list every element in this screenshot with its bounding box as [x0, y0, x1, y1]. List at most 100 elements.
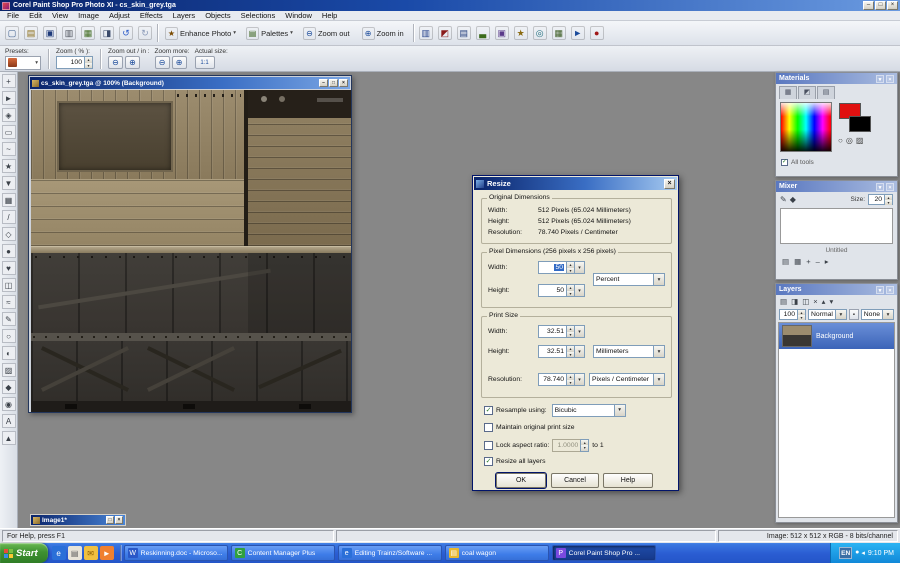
link-set-dropdown[interactable]: None ▾	[861, 309, 894, 320]
print-unit-dropdown[interactable]: Millimeters ▾	[593, 345, 665, 358]
app-minimize-button[interactable]: –	[863, 1, 874, 10]
materials-close-button[interactable]: ×	[886, 75, 894, 83]
app-maximize-button[interactable]: □	[875, 1, 886, 10]
all-tools-checkbox[interactable]: ✓	[781, 159, 788, 166]
lock-aspect-ratio-checkbox[interactable]	[484, 441, 493, 450]
eraser-tool[interactable]: ▨	[2, 363, 16, 377]
menu-item[interactable]: Help	[317, 11, 342, 21]
menu-item[interactable]: View	[47, 11, 73, 21]
actual-size-button[interactable]: 1:1	[195, 56, 215, 69]
mixer-titlebar[interactable]: Mixer ▾ ×	[776, 181, 897, 192]
zoom-in-button[interactable]: ⊕ Zoom in	[358, 23, 410, 43]
mixer-canvas[interactable]	[780, 208, 893, 244]
mixer-close-button[interactable]: ×	[886, 183, 894, 191]
quicklaunch-media-icon[interactable]: ►	[100, 546, 114, 560]
menu-item[interactable]: Effects	[135, 11, 168, 21]
enhance-photo-button[interactable]: ★ Enhance Photo ▾	[161, 23, 240, 43]
resample-dropdown[interactable]: Bicubic ▾	[552, 404, 626, 417]
language-indicator[interactable]: EN	[839, 547, 852, 559]
layer-down-icon[interactable]: ▾	[829, 297, 833, 306]
save-icon[interactable]: ▣	[41, 24, 59, 42]
task-coal-wagon[interactable]: ▤ coal wagon	[445, 545, 549, 561]
undo-icon[interactable]: ↺	[117, 24, 135, 42]
app-close-button[interactable]: ×	[887, 1, 898, 10]
new-icon[interactable]: ▢	[3, 24, 21, 42]
image-canvas[interactable]	[31, 90, 351, 412]
resize-all-layers-checkbox[interactable]: ✓	[484, 457, 493, 466]
mixer-new-page-icon[interactable]: ▤	[782, 257, 789, 266]
menu-item[interactable]: Objects	[200, 11, 235, 21]
help-button[interactable]: Help	[603, 473, 653, 488]
cancel-button[interactable]: Cancel	[551, 473, 599, 488]
image-window-titlebar[interactable]: cs_skin_grey.tga @ 100% (Background) – □…	[30, 77, 350, 89]
image-minimize-button[interactable]: –	[319, 79, 328, 87]
toggle-overview-icon[interactable]: ◎	[531, 24, 549, 42]
new-mask-icon[interactable]: ◨	[791, 297, 798, 306]
toggle-materials-icon[interactable]: ◩	[436, 24, 454, 42]
resize-dialog-titlebar[interactable]: Resize ×	[474, 177, 677, 190]
toggle-tool-options-icon[interactable]: ▥	[417, 24, 435, 42]
mixer-remove-icon[interactable]: –	[816, 257, 820, 266]
zoom-out-button[interactable]: ⊖ Zoom out	[299, 23, 356, 43]
layer-lock-button[interactable]: ▪	[849, 309, 859, 320]
mixer-knife-icon[interactable]: ◆	[790, 195, 796, 204]
min-close-button[interactable]: ×	[115, 516, 123, 524]
delete-layer-icon[interactable]: ×	[813, 297, 817, 306]
straighten-tool[interactable]: /	[2, 210, 16, 224]
minimized-image-window[interactable]: Image1* □ ×	[30, 514, 126, 526]
airbrush-tool[interactable]: ○	[2, 329, 16, 343]
scratch-remover-tool[interactable]: ≈	[2, 295, 16, 309]
quicklaunch-browser-icon[interactable]: e	[52, 546, 66, 560]
zoom-out-step-button[interactable]: ⊖	[108, 56, 123, 69]
toggle-histogram-icon[interactable]: ▃	[474, 24, 492, 42]
text-tool[interactable]: A	[2, 414, 16, 428]
texture-toggle-icon[interactable]: ◎	[846, 136, 853, 145]
blend-mode-dropdown[interactable]: Normal ▾	[808, 309, 847, 320]
style-toggle-icon[interactable]: ○	[838, 136, 843, 145]
image-close-button[interactable]: ×	[339, 79, 348, 87]
toggle-organizer-icon[interactable]: ▦	[550, 24, 568, 42]
picture-tube-tool[interactable]: ◉	[2, 397, 16, 411]
min-restore-button[interactable]: □	[106, 516, 114, 524]
color-picker[interactable]	[780, 102, 832, 152]
resolution-unit-dropdown[interactable]: Pixels / Centimeter ▾	[589, 373, 665, 386]
zoom-out-more-button[interactable]: ⊖	[155, 56, 170, 69]
resample-checkbox[interactable]: ✓	[484, 406, 493, 415]
layers-titlebar[interactable]: Layers ▾ ×	[776, 284, 897, 295]
materials-tab-rainbow[interactable]: ◩	[798, 86, 816, 99]
pan-tool[interactable]: +	[2, 74, 16, 88]
zoom-in-step-button[interactable]: ⊕	[125, 56, 140, 69]
image-maximize-button[interactable]: □	[329, 79, 338, 87]
perspective-tool[interactable]: ◇	[2, 227, 16, 241]
mixer-open-icon[interactable]: ▦	[794, 257, 801, 266]
selection-tool[interactable]: ▭	[2, 125, 16, 139]
app-titlebar[interactable]: Corel Paint Shop Pro Photo XI - cs_skin_…	[0, 0, 900, 11]
print-width-spinner[interactable]: 32.51 ▴▾ ▾	[538, 325, 585, 338]
layer-opacity-spinner[interactable]: 100 ▴▾	[779, 309, 806, 320]
scan-icon[interactable]: ◨	[98, 24, 116, 42]
start-button[interactable]: Start	[0, 543, 48, 563]
aspect-ratio-spinner[interactable]: 1.0000 ▴▾	[552, 439, 589, 452]
paint-brush-tool[interactable]: ✎	[2, 312, 16, 326]
mixer-menu-button[interactable]: ▾	[876, 183, 884, 191]
menu-item[interactable]: File	[2, 11, 24, 21]
print-icon[interactable]: ▥	[60, 24, 78, 42]
quicklaunch-mail-icon[interactable]: ✉	[84, 546, 98, 560]
pixel-width-spinner[interactable]: 50 ▴▾ ▾	[538, 261, 585, 274]
open-icon[interactable]: ▤	[22, 24, 40, 42]
lighten-darken-tool[interactable]: ◐	[2, 346, 16, 360]
clock[interactable]: 9:10 PM	[868, 550, 894, 557]
mixer-more-icon[interactable]: ▸	[825, 257, 829, 266]
print-resolution-spinner[interactable]: 78.740 ▴▾ ▾	[538, 373, 585, 386]
flood-fill-tool[interactable]: ◆	[2, 380, 16, 394]
resize-dialog-close-button[interactable]: ×	[664, 179, 675, 189]
record-script-icon[interactable]: ●	[588, 24, 606, 42]
materials-tab-swatches[interactable]: ▤	[817, 86, 835, 99]
tray-volume-icon[interactable]: ◂	[861, 549, 865, 557]
toggle-learning-center-icon[interactable]: ★	[512, 24, 530, 42]
menu-item[interactable]: Adjust	[104, 11, 135, 21]
presets-dropdown[interactable]: ▾	[5, 56, 41, 70]
materials-menu-button[interactable]: ▾	[876, 75, 884, 83]
mixer-brush-icon[interactable]: ✎	[780, 195, 787, 204]
preset-shape-tool[interactable]: ▲	[2, 431, 16, 445]
